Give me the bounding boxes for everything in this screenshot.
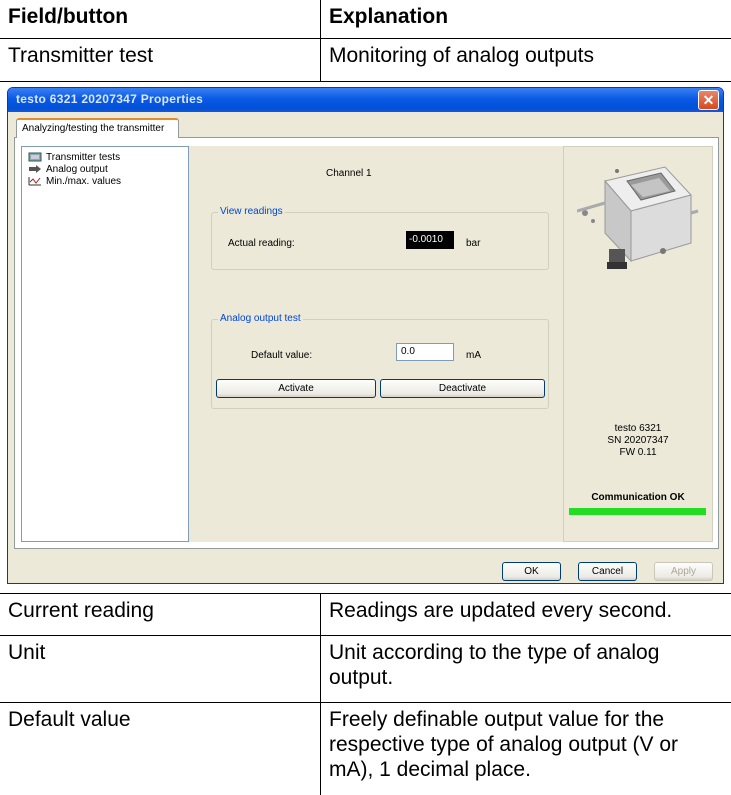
min-max-icon — [28, 177, 41, 186]
close-button[interactable]: ✕ — [698, 90, 719, 110]
tree-item-label: Min./max. values — [46, 176, 122, 187]
cancel-button[interactable]: Cancel — [578, 562, 637, 581]
actual-reading-unit: bar — [466, 238, 481, 249]
tree-item-analog-output[interactable]: Analog output — [28, 164, 108, 176]
transmitter-icon — [28, 152, 42, 162]
device-model: testo 6321 — [614, 423, 662, 434]
explanation-cell: Readings are updated every second. — [320, 593, 731, 636]
column-header-explanation: Explanation — [320, 0, 731, 39]
tab-panel: Transmitter tests Analog output Min./max… — [14, 137, 719, 549]
actual-reading-value: -0.0010 — [406, 231, 454, 249]
table-row: Current reading Readings are updated eve… — [0, 593, 731, 636]
tree-item-label: Analog output — [46, 164, 108, 175]
field-cell: Current reading — [0, 593, 321, 636]
navigation-tree: Transmitter tests Analog output Min./max… — [21, 146, 189, 542]
properties-dialog: testo 6321 20207347 Properties ✕ Analyzi… — [7, 87, 724, 584]
ok-button[interactable]: OK — [502, 562, 561, 581]
explanation-cell: Monitoring of analog outputs — [320, 38, 731, 82]
device-firmware: FW 0.11 — [619, 447, 657, 458]
field-cell: Default value — [0, 702, 321, 795]
group-title: Analog output test — [218, 313, 303, 324]
communication-status-bar — [569, 508, 706, 515]
device-serial: SN 20207347 — [607, 435, 669, 446]
default-value-input[interactable] — [396, 343, 454, 361]
field-cell: Unit — [0, 635, 321, 703]
dialog-title: testo 6321 20207347 Properties — [16, 92, 204, 106]
table-header-row: Field/button Explanation — [0, 0, 731, 39]
table-row: Unit Unit according to the type of analo… — [0, 635, 731, 703]
field-cell: Transmitter test — [0, 38, 321, 82]
transmitter-image — [577, 166, 699, 269]
analog-output-icon — [29, 165, 41, 174]
explanation-cell: Freely definable output value for the re… — [329, 708, 679, 782]
default-value-unit: mA — [466, 350, 481, 361]
default-value-label: Default value: — [251, 350, 313, 361]
analog-output-panel: Channel 1 View readings Actual reading: … — [189, 146, 563, 542]
tab-analyzing-testing[interactable]: Analyzing/testing the transmitter — [16, 118, 179, 138]
device-info-panel: testo 6321 SN 20207347 FW 0.11 Communica… — [563, 146, 713, 542]
header-table: Field/button Explanation Transmitter tes… — [0, 0, 731, 82]
table-row: Transmitter test Monitoring of analog ou… — [0, 38, 731, 82]
channel-label: Channel 1 — [326, 168, 372, 179]
activate-button[interactable]: Activate — [216, 379, 376, 398]
explanation-table: Current reading Readings are updated eve… — [0, 593, 731, 795]
group-title: View readings — [218, 206, 285, 217]
tree-item-label: Transmitter tests — [46, 152, 121, 163]
tree-item-transmitter-tests[interactable]: Transmitter tests — [28, 152, 120, 164]
tree-item-min-max-values[interactable]: Min./max. values — [28, 176, 121, 188]
column-header-field: Field/button — [0, 0, 321, 39]
communication-status: Communication OK — [591, 492, 685, 503]
title-bar[interactable]: testo 6321 20207347 Properties ✕ — [8, 88, 723, 112]
close-icon: ✕ — [702, 92, 715, 108]
analog-output-test-group: Analog output test Default value: mA Act… — [211, 313, 549, 409]
explanation-cell: Unit according to the type of analog out… — [320, 635, 731, 703]
apply-button[interactable]: Apply — [654, 562, 713, 581]
table-row: Default value Freely definable output va… — [0, 702, 731, 795]
view-readings-group: View readings Actual reading: -0.0010 ba… — [211, 206, 549, 270]
deactivate-button[interactable]: Deactivate — [380, 379, 545, 398]
actual-reading-label: Actual reading: — [228, 238, 295, 249]
